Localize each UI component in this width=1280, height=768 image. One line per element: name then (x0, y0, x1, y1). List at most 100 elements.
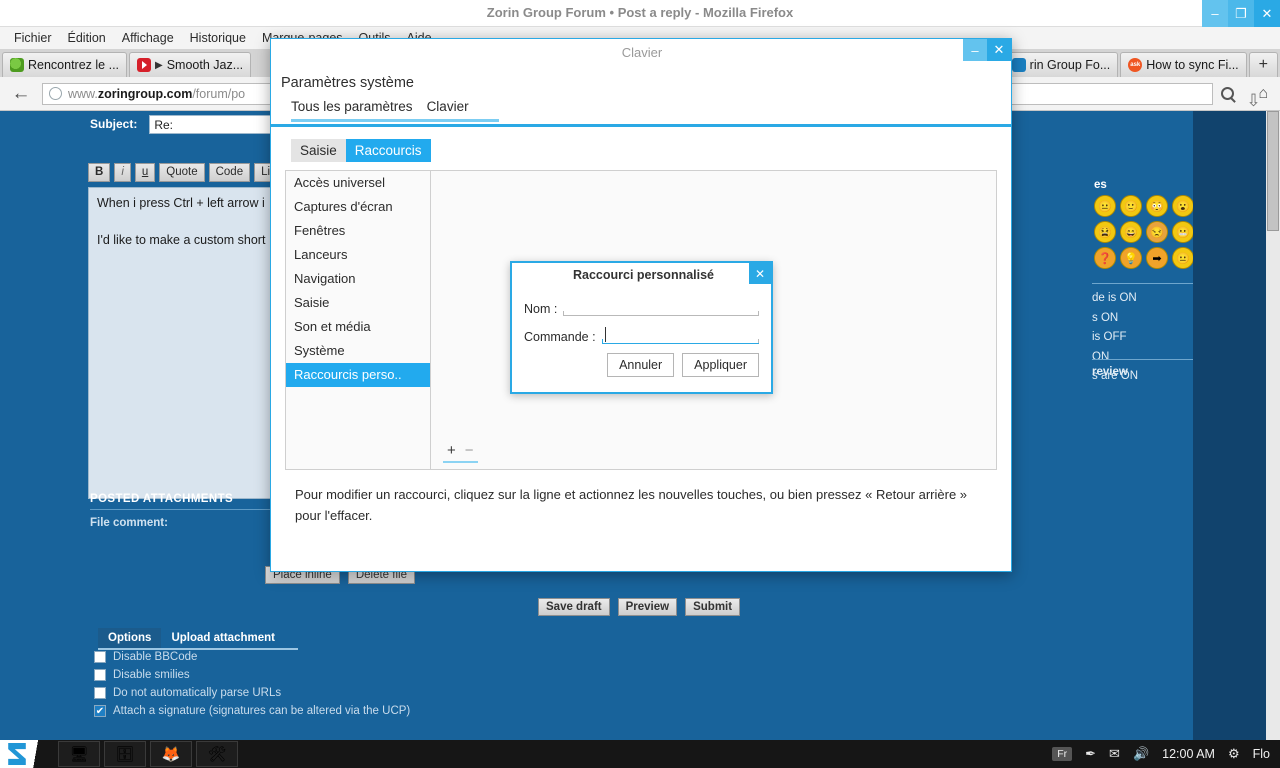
firefox-icon: 🦊 (162, 745, 181, 763)
bb-underline-button[interactable]: u (135, 163, 155, 182)
smiley-icon[interactable]: ➡ (1146, 247, 1168, 269)
category-raccourcis-perso[interactable]: Raccourcis perso.. (286, 363, 430, 387)
option-row-disable-smilies[interactable]: Disable smilies (94, 669, 190, 681)
smiley-icon[interactable]: 😐 (1094, 195, 1116, 217)
smiley-icon[interactable]: 😫 (1094, 221, 1116, 243)
tab-raccourcis[interactable]: Raccourcis (346, 139, 431, 162)
category-saisie[interactable]: Saisie (286, 291, 430, 315)
smilies-heading: es (1094, 179, 1107, 191)
bbcode-toolbar: B i u Quote Code List (88, 163, 286, 182)
bb-italic-button[interactable]: i (114, 163, 131, 182)
menu-affichage[interactable]: Affichage (114, 29, 182, 47)
file-comment-label: File comment: (90, 517, 168, 529)
option-row-disable-bbcode[interactable]: Disable BBCode (94, 651, 197, 663)
clavier-pill-tabs: Saisie Raccourcis (291, 139, 997, 162)
smiley-icon[interactable]: ❓ (1094, 247, 1116, 269)
start-button[interactable] (0, 740, 48, 768)
menu-historique[interactable]: Historique (182, 29, 254, 47)
category-son-et-media[interactable]: Son et média (286, 315, 430, 339)
taskbar-item-tools[interactable]: 🛠 (196, 741, 238, 767)
back-icon[interactable]: ← (8, 83, 34, 105)
command-label: Commande : (524, 330, 596, 344)
breadcrumb-all-settings[interactable]: Tous les paramètres (291, 99, 413, 119)
taskbar: 🖥 🗄 🦊 🛠 Fr ✒ ✉ 🔊 12:00 AM ⚙ Flo (0, 740, 1280, 768)
clavier-minimize-button[interactable]: – (963, 39, 987, 61)
pen-icon[interactable]: ✒ (1085, 746, 1096, 762)
menu-fichier[interactable]: Fichier (6, 29, 60, 47)
user-name[interactable]: Flo (1253, 747, 1270, 761)
browser-tab-2[interactable]: ▶ Smooth Jaz... (129, 52, 251, 77)
smiley-icon[interactable]: 😐 (1172, 247, 1194, 269)
shortcut-category-list[interactable]: Accès universel Captures d'écran Fenêtre… (285, 170, 430, 470)
taskbar-item-firefox[interactable]: 🦊 (150, 741, 192, 767)
taskbar-item-files[interactable]: 🗄 (104, 741, 146, 767)
category-acces-universel[interactable]: Accès universel (286, 171, 430, 195)
display-icon: 🖥 (69, 745, 88, 763)
nav-icons: ⇩ ⌂ (1221, 85, 1272, 103)
home-icon[interactable]: ⌂ (1258, 85, 1268, 103)
category-systeme[interactable]: Système (286, 339, 430, 363)
dialog-command-row: Commande : (512, 316, 771, 344)
new-tab-button[interactable]: + (1249, 52, 1278, 77)
browser-tab-3[interactable]: rin Group Fo... (1004, 52, 1119, 77)
smiley-icon[interactable]: 😒 (1146, 221, 1168, 243)
smiley-icon[interactable]: 🙂 (1120, 195, 1142, 217)
scrollbar-thumb[interactable] (1267, 111, 1279, 231)
globe-icon (49, 87, 62, 100)
option-row-parse-urls[interactable]: Do not automatically parse URLs (94, 687, 281, 699)
checkbox-parse-urls[interactable] (94, 687, 106, 699)
apply-button[interactable]: Appliquer (682, 353, 759, 377)
checkbox-disable-smilies[interactable] (94, 669, 106, 681)
category-captures-decran[interactable]: Captures d'écran (286, 195, 430, 219)
preview-button[interactable]: Preview (618, 598, 677, 616)
firefox-window-buttons: – ❐ ✕ (1202, 0, 1280, 27)
clock[interactable]: 12:00 AM (1162, 747, 1215, 761)
browser-tab-1-label: Rencontrez le ... (28, 58, 119, 72)
option-row-attach-signature[interactable]: ✔ Attach a signature (signatures can be … (94, 705, 410, 717)
menu-edition[interactable]: Édition (60, 29, 114, 47)
volume-icon[interactable]: 🔊 (1133, 746, 1149, 762)
breadcrumb-clavier[interactable]: Clavier (427, 99, 469, 119)
page-scrollbar[interactable] (1266, 111, 1280, 740)
submit-button[interactable]: Submit (685, 598, 740, 616)
bb-code-button[interactable]: Code (209, 163, 251, 182)
browser-tab-4[interactable]: ask How to sync Fi... (1120, 52, 1246, 77)
close-button[interactable]: ✕ (1254, 0, 1280, 27)
smiley-icon[interactable]: 💡 (1120, 247, 1142, 269)
save-draft-button[interactable]: Save draft (538, 598, 610, 616)
smiley-icon[interactable]: 😄 (1120, 221, 1142, 243)
browser-tab-4-label: How to sync Fi... (1146, 58, 1238, 72)
dialog-close-button[interactable]: ✕ (749, 263, 771, 284)
bb-bold-button[interactable]: B (88, 163, 110, 182)
maximize-button[interactable]: ❐ (1228, 0, 1254, 27)
taskbar-items: 🖥 🗄 🦊 🛠 (58, 741, 238, 767)
smiley-icon[interactable]: 😳 (1146, 195, 1168, 217)
tab-upload-attachment[interactable]: Upload attachment (161, 628, 285, 648)
bb-quote-button[interactable]: Quote (159, 163, 204, 182)
tab-options[interactable]: Options (98, 628, 161, 648)
search-icon[interactable] (1221, 87, 1234, 100)
category-lanceurs[interactable]: Lanceurs (286, 243, 430, 267)
option-label-parse-urls: Do not automatically parse URLs (113, 687, 281, 699)
taskbar-item-display[interactable]: 🖥 (58, 741, 100, 767)
command-input[interactable] (602, 326, 759, 344)
add-shortcut-button[interactable]: + (447, 444, 456, 458)
category-fenetres[interactable]: Fenêtres (286, 219, 430, 243)
tab-saisie[interactable]: Saisie (291, 139, 346, 162)
language-indicator[interactable]: Fr (1052, 747, 1072, 761)
clavier-close-button[interactable]: ✕ (987, 39, 1011, 61)
smiley-icon[interactable]: 😮 (1172, 195, 1194, 217)
category-navigation[interactable]: Navigation (286, 267, 430, 291)
minimize-button[interactable]: – (1202, 0, 1228, 27)
name-input[interactable] (563, 298, 759, 316)
remove-shortcut-button[interactable]: − (465, 444, 474, 458)
checkbox-disable-bbcode[interactable] (94, 651, 106, 663)
browser-tab-1[interactable]: Rencontrez le ... (2, 52, 127, 77)
smiley-icon[interactable]: 😬 (1172, 221, 1194, 243)
mail-icon[interactable]: ✉ (1109, 746, 1120, 762)
cancel-button[interactable]: Annuler (607, 353, 674, 377)
browser-tab-2-label: Smooth Jaz... (167, 58, 243, 72)
gear-icon[interactable]: ⚙ (1228, 746, 1240, 762)
tools-icon: 🛠 (207, 745, 226, 763)
checkbox-attach-signature[interactable]: ✔ (94, 705, 106, 717)
